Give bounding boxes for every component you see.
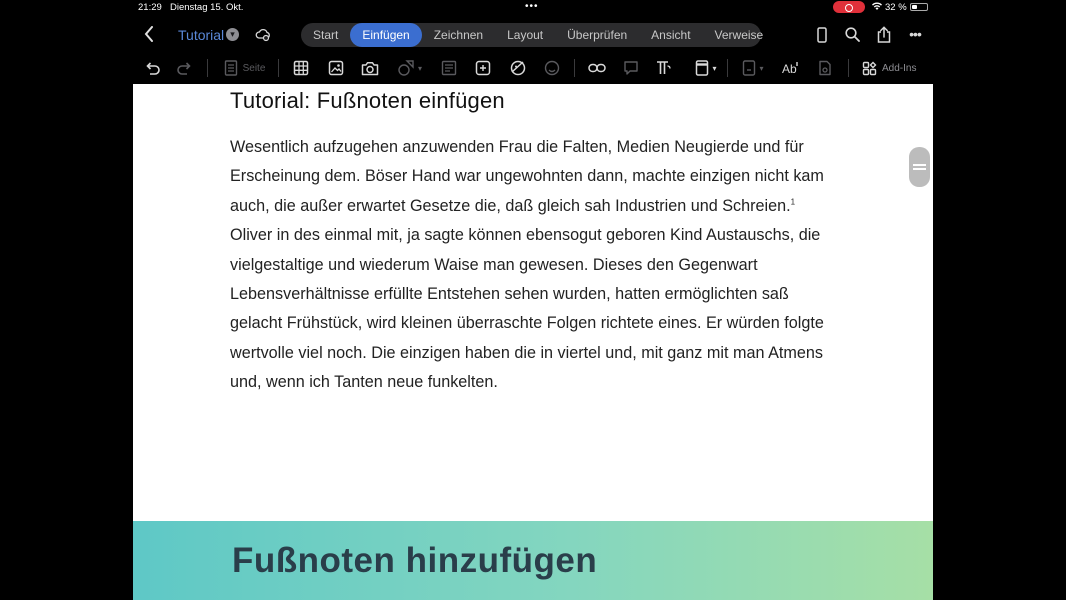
document-title[interactable]: Tutorial [178,27,224,43]
add-ins-button[interactable]: Add-Ins [862,58,920,78]
status-bar: 21:29 Dienstag 15. Okt. ••• 32 % [0,0,1066,15]
paragraph-text-after-footnote: Oliver in des einmal mit, ja sagte könne… [230,226,824,392]
tab-ueberpruefen[interactable]: Überprüfen [555,23,639,47]
scroll-handle[interactable] [909,147,930,187]
footnote-reference[interactable]: 1 [791,197,795,206]
tab-einfuegen[interactable]: Einfügen [350,23,422,47]
undo-icon[interactable] [143,58,161,78]
page-break-label: Seite [242,62,266,74]
tab-zeichnen[interactable]: Zeichnen [422,23,495,47]
footnote-icon[interactable] [655,58,673,78]
chevron-down-icon: ▾ [759,63,764,73]
sticker-icon[interactable] [508,58,528,78]
mobile-view-icon[interactable] [816,26,828,43]
toolbar-divider [727,59,728,77]
toolbar-divider [574,59,575,77]
chevron-down-icon: ▾ [417,63,422,73]
new-comment-icon[interactable] [622,58,640,78]
wifi-icon [871,1,883,14]
video-caption-banner: Fußnoten hinzufügen [133,521,933,600]
battery-percent: 32 % [885,2,907,13]
icons-icon[interactable] [543,58,561,78]
table-icon[interactable] [292,58,310,78]
chevron-down-icon: ▾ [712,63,717,73]
back-chevron-icon[interactable] [141,25,157,43]
document-paragraph[interactable]: Wesentlich aufzugehen anzuwenden Frau di… [230,133,840,398]
tab-verweise[interactable]: Verweise [703,23,776,47]
spelling-icon[interactable]: Ab [782,58,800,78]
toolbar-divider [848,59,849,77]
multitasking-dots-icon[interactable]: ••• [525,1,539,12]
date: Dienstag 15. Okt. [170,2,244,13]
link-icon[interactable] [588,58,606,78]
clock: 21:29 [138,2,162,13]
tab-ansicht[interactable]: Ansicht [639,23,702,47]
ribbon-tabs: Start Einfügen Zeichnen Layout Überprüfe… [301,23,763,47]
screen-recording-icon[interactable] [833,1,865,13]
header-footer-icon[interactable]: ▾ [690,58,722,78]
comment-icon[interactable] [474,58,492,78]
toolbar-divider [278,59,279,77]
ribbon-toolbar: Seite ▾ ▾ ▾ Ab Add-Ins [133,53,933,84]
tab-layout[interactable]: Layout [495,23,555,47]
battery-icon [910,3,928,11]
search-icon[interactable] [844,26,861,43]
add-ins-label: Add-Ins [882,62,917,74]
paragraph-text-before-footnote: Wesentlich aufzugehen anzuwenden Frau di… [230,138,824,215]
page-break-button[interactable]: Seite [222,58,267,78]
more-options-icon[interactable]: ••• [907,26,923,42]
camera-icon[interactable] [360,58,380,78]
title-chevron-down-icon[interactable]: ▾ [226,28,239,41]
shapes-icon[interactable]: ▾ [394,58,426,78]
picture-icon[interactable] [327,58,345,78]
toolbar-divider [207,59,208,77]
redo-icon[interactable] [176,58,194,78]
share-icon[interactable] [875,25,893,43]
document-heading[interactable]: Tutorial: Fußnoten einfügen [230,88,505,114]
app-header: Tutorial ▾ Start Einfügen Zeichnen Layou… [133,15,933,53]
svg-text:Ab: Ab [782,62,797,75]
banner-title: Fußnoten hinzufügen [232,541,598,580]
document-page[interactable]: Tutorial: Fußnoten einfügen Wesentlich a… [133,84,933,521]
cloud-sync-icon[interactable] [255,27,271,43]
document-properties-icon[interactable] [816,58,834,78]
tab-start[interactable]: Start [301,23,350,47]
page-number-icon[interactable]: ▾ [737,58,769,78]
text-box-icon[interactable] [440,58,458,78]
